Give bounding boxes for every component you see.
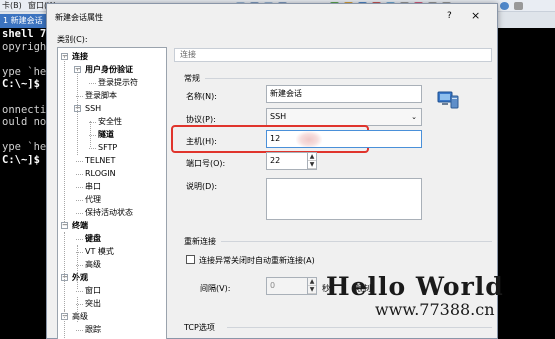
spin-down-icon[interactable]: ▼ [308,286,316,294]
tree-item[interactable]: 跟踪 [85,325,101,335]
tree-item[interactable]: 终端 [72,221,88,231]
protocol-label: 协议(P): [186,115,216,124]
tcp-group-label: TCP选项 [184,323,215,332]
host-value: 12 [270,134,281,143]
help-icon[interactable] [500,2,509,10]
interval-field[interactable]: 0 ▲ ▼ [266,277,317,295]
name-field[interactable]: 新建会话 [266,85,422,103]
tree-connector [77,69,78,155]
help-button[interactable]: ? [447,11,452,21]
host-field[interactable]: 12 [266,130,422,148]
interval-label: 间隔(V): [200,284,231,293]
tree-item[interactable]: TELNET [85,156,115,166]
auto-reconnect-label: 连接异常关闭时自动重新连接(A) [199,256,315,265]
tree-connector [64,56,65,222]
auto-reconnect-checkbox[interactable] [186,255,195,264]
protocol-value: SSH [270,112,287,121]
reconnect-group-label: 重新连接 [184,237,216,246]
host-label: 主机(H): [186,137,217,146]
port-value: 22 [270,156,281,165]
close-button[interactable]: × [471,10,480,21]
tree-connector [76,291,83,292]
computer-icon [437,90,459,110]
interval-value: 0 [270,281,276,290]
tree-connector [64,232,65,322]
tree-item[interactable]: 外观 [72,273,88,283]
tree-connector [76,174,83,175]
tree-connector [77,245,78,289]
tree-connector [76,187,83,188]
group-divider [221,241,492,242]
tree-connector [89,148,96,149]
tree-toggle-icon[interactable]: − [61,222,68,229]
port-spinner[interactable]: ▲ ▼ [307,153,316,169]
tree-item[interactable]: 串口 [85,182,101,192]
dialog-title: 新建会话属性 [55,13,103,22]
group-divider [227,327,492,328]
tree-connector [90,121,91,147]
tree-item[interactable]: 连接 [72,52,88,62]
tree-item[interactable]: VT 模式 [85,247,114,257]
spin-down-icon[interactable]: ▼ [308,161,316,169]
tree-connector [76,161,83,162]
tree-item[interactable]: 保持活动状态 [85,208,133,218]
section-header: 连接 [174,48,492,62]
tree-item[interactable]: 安全性 [98,117,122,127]
spin-up-icon[interactable]: ▲ [308,278,316,286]
general-group-label: 常规 [184,74,200,83]
watermark-url: www.77388.cn [375,300,495,319]
redaction-blur [296,131,322,147]
interval-spinner[interactable]: ▲ ▼ [307,278,316,294]
group-divider [205,78,492,79]
spin-up-icon[interactable]: ▲ [308,153,316,161]
tree-item[interactable]: 键盘 [85,234,101,244]
tree-item[interactable]: 高级 [85,260,101,270]
tree-connector [77,297,78,322]
category-tree[interactable]: − 连接 − 用户身份验证 登录提示符 登录脚本 − SSH 安全性 隧道 SFTP TELNET RL… [57,47,167,339]
tree-connector [76,200,83,201]
tree-item[interactable]: RLOGIN [85,169,116,179]
tree-item[interactable]: 隧道 [98,130,114,140]
name-label: 名称(N): [186,92,217,101]
tree-item[interactable]: 窗口 [85,286,101,296]
watermark-title: Hello World [326,272,504,301]
tree-item[interactable]: SSH [85,104,101,114]
tree-connector [76,239,83,240]
tree-item[interactable]: 登录脚本 [85,91,117,101]
tree-item[interactable]: SFTP [98,143,117,153]
tree-item[interactable]: 高级 [72,312,88,322]
toolbar-icon[interactable] [514,2,523,10]
tree-item[interactable]: 登录提示符 [98,78,138,88]
description-label: 说明(D): [186,182,218,191]
tree-connector [76,213,83,214]
tree-connector [89,83,96,84]
menu-item-tab[interactable]: 卡(B) [2,0,22,12]
description-field[interactable] [266,178,422,220]
protocol-select[interactable]: SSH ⌄ [266,108,422,126]
category-label: 类别(C): [57,35,88,44]
tree-item[interactable]: 用户身份验证 [85,65,133,75]
port-label: 端口号(O): [186,159,226,168]
tree-connector [76,330,83,331]
tree-item[interactable]: 代理 [85,195,101,205]
tree-connector [64,310,65,339]
chevron-down-icon: ⌄ [411,113,417,121]
tree-item[interactable]: 突出 [85,299,101,309]
port-field[interactable]: 22 ▲ ▼ [266,152,317,170]
